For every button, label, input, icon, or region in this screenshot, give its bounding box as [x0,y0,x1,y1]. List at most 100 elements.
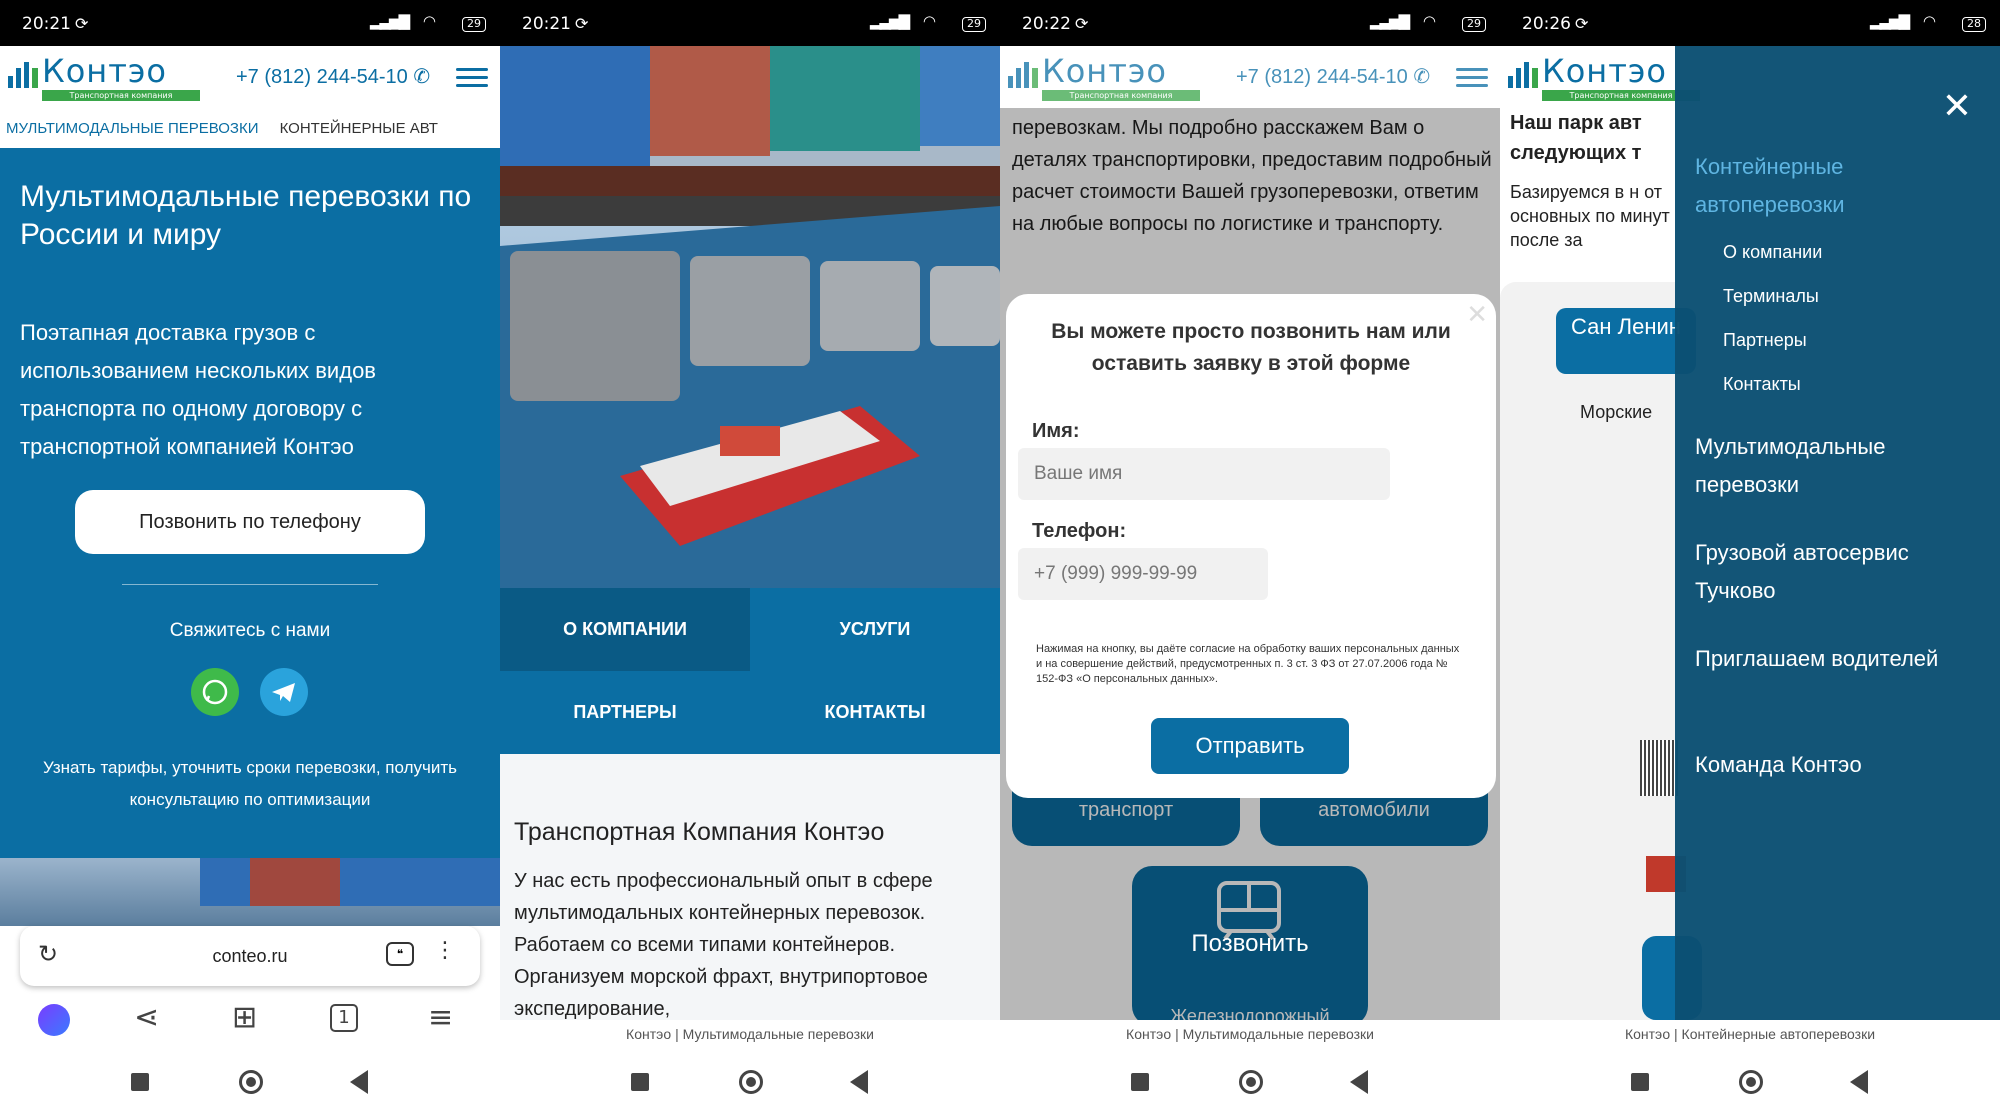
signal-icon: ▂▃▅▇ [1369,12,1410,30]
drawer-item-contacts[interactable]: Контакты [1723,374,1801,395]
header-phone-link[interactable]: +7 (812) 244-54-10 ✆ [236,64,430,89]
consult-text: Узнать тарифы, уточнить сроки перевозки,… [42,758,458,809]
battery-icon: 29 [1462,17,1486,32]
sync-icon: ⟳ [75,14,89,33]
share-icon[interactable]: ⋖ [134,1000,159,1035]
home-icon[interactable] [1239,1070,1263,1094]
about-title: Транспортная Компания Контэо [514,818,885,846]
top-nav-strip: МУЛЬТИМОДАЛЬНЫЕ ПЕРЕВОЗКИ КОНТЕЙНЕРНЫЕ А… [0,108,500,150]
browser-address-bar[interactable]: ↻ conteo.ru ❝ ⋮ [20,926,480,986]
reader-icon[interactable]: ❝ [386,942,414,966]
sync-icon: ⟳ [1075,14,1089,33]
submit-button[interactable]: Отправить [1151,718,1349,774]
assistant-icon[interactable] [38,1004,70,1036]
status-bar: 20:21 ⟳ ▂▃▅▇ ◠ 29 [0,0,500,46]
wifi-icon: ◠ [1922,12,1936,30]
menu-services[interactable]: УСЛУГИ [750,588,1000,671]
page-caption: Контэо | Мультимодальные перевозки [626,1026,874,1042]
drawer-item-drivers[interactable]: Приглашаем водителей [1695,640,1985,678]
nav-item-multimodal[interactable]: МУЛЬТИМОДАЛЬНЫЕ ПЕРЕВОЗКИ [6,108,259,150]
hero-image-strip [0,858,500,926]
close-icon[interactable]: ✕ [1942,86,1972,127]
status-time: 20:26 [1522,14,1571,34]
phone-label: Телефон: [1032,520,1127,542]
screen-2: 20:21 ⟳ ▂▃▅▇ ◠ 29 О КОМПАНИИ УСЛУГИ ПАРТ… [500,0,1000,1112]
modal-title: Вы можете просто позвонить нам или остав… [1051,320,1451,375]
nav-item-container[interactable]: КОНТЕЙНЕРНЫЕ АВТ [280,108,438,150]
header-phone-link[interactable]: +7 (812) 244-54-10 ✆ [1236,64,1430,89]
drawer-item-containers[interactable]: Контейнерные автоперевозки [1695,148,1985,224]
status-time: 20:22 [1022,14,1071,34]
menu-icon[interactable] [1456,68,1488,88]
name-input[interactable]: Ваше имя [1018,448,1390,500]
hero-photo [500,46,1000,588]
drawer-item-multimodal[interactable]: Мультимодальные перевозки [1695,428,1985,504]
header-phone-text: +7 (812) 244-54-10 [236,66,408,88]
menu-partners[interactable]: ПАРТНЕРЫ [500,671,750,754]
menu-about[interactable]: О КОМПАНИИ [500,588,750,671]
sync-icon: ⟳ [575,14,589,33]
home-icon[interactable] [239,1070,263,1094]
section-menu: О КОМПАНИИ УСЛУГИ ПАРТНЕРЫ КОНТАКТЫ [500,588,1000,754]
recents-icon[interactable] [1631,1073,1649,1091]
home-icon[interactable] [1739,1070,1763,1094]
back-icon[interactable] [1350,1070,1368,1094]
status-bar: 20:26 ⟳ ▂▃▅▇ ◠ 28 [1500,0,2000,46]
logo[interactable]: Контэо Транспортная компания [1504,52,1700,102]
status-bar: 20:21 ⟳ ▂▃▅▇ ◠ 29 [500,0,1000,46]
new-tab-icon[interactable]: ⊞ [232,1000,257,1035]
bg-title: Наш парк авт следующих т [1510,112,1642,164]
menu-lines-icon[interactable]: ≡ [428,1000,453,1035]
menu-contacts[interactable]: КОНТАКТЫ [750,671,1000,754]
status-bar: 20:22 ⟳ ▂▃▅▇ ◠ 29 [1000,0,1500,46]
home-icon[interactable] [739,1070,763,1094]
call-phone-button[interactable]: Позвонить по телефону [75,490,425,554]
divider [122,584,378,585]
bg-text: Базируемся в н от основных по минут посл… [1510,182,1670,250]
phone-icon: ✆ [1413,66,1431,88]
drawer-item-about[interactable]: О компании [1723,242,1822,263]
screen-1: 20:21 ⟳ ▂▃▅▇ ◠ 29 Контэо Транспортная ко… [0,0,500,1112]
drawer-item-terminals[interactable]: Терминалы [1723,286,1819,307]
screen-3: 20:22 ⟳ ▂▃▅▇ ◠ 29 Контэо Транспортная ко… [1000,0,1500,1112]
status-time: 20:21 [22,14,71,34]
whatsapp-icon[interactable] [191,668,239,716]
logo-bars-icon [4,60,40,88]
about-section: Транспортная Компания Контэо У нас есть … [514,818,994,1025]
telegram-icon[interactable] [260,668,308,716]
logo[interactable]: Контэо Транспортная компания [1004,52,1200,102]
more-vert-icon[interactable]: ⋮ [434,938,456,963]
menu-icon[interactable] [456,68,488,88]
contact-label: Свяжитесь с нами [169,620,331,641]
about-text: У нас есть профессиональный опыт в сфере… [514,870,933,1020]
back-icon[interactable] [350,1070,368,1094]
battery-icon: 29 [462,17,486,32]
drawer-item-team[interactable]: Команда Контэо [1695,746,1985,784]
side-drawer: ✕ Контейнерные автоперевозки О компании … [1675,46,2000,1026]
recents-icon[interactable] [1131,1073,1149,1091]
phone-input[interactable]: +7 (999) 999-99-99 [1018,548,1268,600]
signal-icon: ▂▃▅▇ [869,12,910,30]
system-nav-bar [1000,1046,1500,1112]
page-caption: Контэо | Контейнерные автоперевозки [1624,1026,1876,1042]
wifi-icon: ◠ [1422,12,1436,30]
hero-title: Мультимодальные перевозки по России и ми… [20,180,472,251]
screen-4: 20:26 ⟳ ▂▃▅▇ ◠ 28 Контэо Транспортная ко… [1500,0,2000,1112]
bg-label: Морские [1580,402,1653,422]
drawer-item-autoservice[interactable]: Грузовой автосервис Тучково [1695,534,1985,610]
back-icon[interactable] [1850,1070,1868,1094]
logo-text: Контэо [1542,52,1667,90]
logo-bars-icon [1504,60,1540,88]
consent-text: Нажимая на кнопку, вы даёте согласие на … [1036,643,1460,685]
logo[interactable]: Контэо Транспортная компания [4,52,200,102]
recents-icon[interactable] [631,1073,649,1091]
call-float-button[interactable]: Позвонить [1132,930,1368,958]
tabs-icon[interactable]: 1 [330,1004,358,1032]
logo-subtitle: Транспортная компания [42,90,200,101]
drawer-item-partners[interactable]: Партнеры [1723,330,1807,351]
back-icon[interactable] [850,1070,868,1094]
site-header: Контэо Транспортная компания +7 (812) 24… [0,46,500,108]
system-nav-bar [1500,1046,2000,1112]
recents-icon[interactable] [131,1073,149,1091]
site-header: Контэо Транспортная компания +7 (812) 24… [1000,46,1500,108]
